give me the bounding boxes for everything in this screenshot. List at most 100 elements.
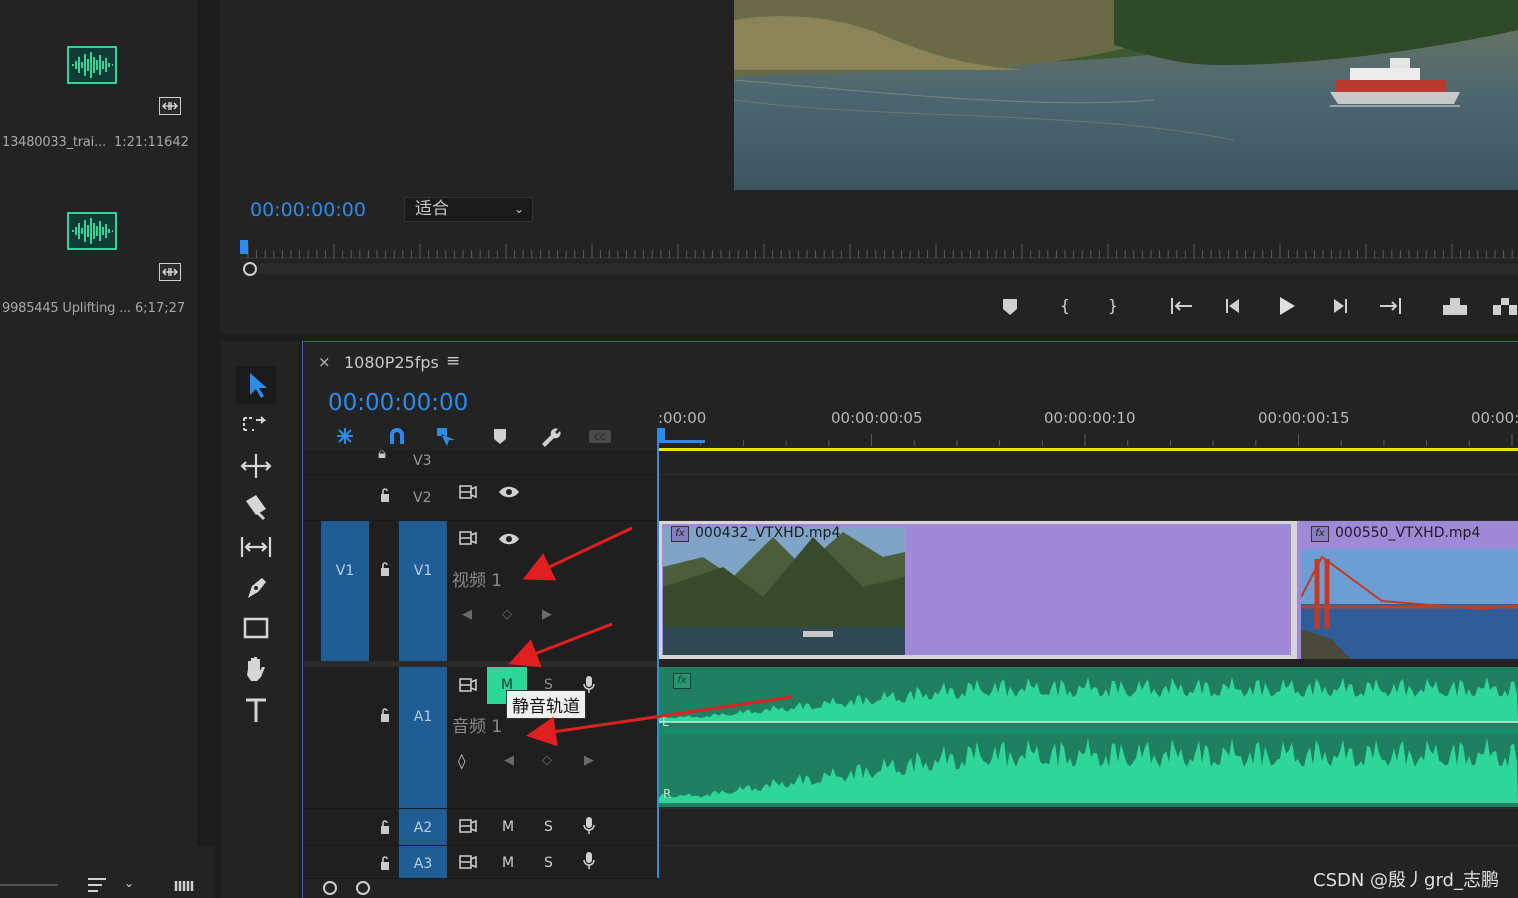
audio-waveform-icon xyxy=(67,212,117,250)
track-header-a1[interactable]: A1 S 音频 1 ◊ ◀ ◇ ▶ xyxy=(304,667,658,809)
solo-button[interactable]: S xyxy=(544,819,553,835)
rectangle-tool-icon[interactable] xyxy=(236,610,276,646)
step-forward-icon[interactable] xyxy=(1324,292,1354,320)
track-select-tool-icon[interactable] xyxy=(236,407,276,443)
sync-lock-icon[interactable] xyxy=(458,677,478,697)
fit-zoom-label: 适合 xyxy=(415,199,449,219)
source-patch-v1[interactable]: V1 xyxy=(321,521,369,661)
source-patch-label: V1 xyxy=(335,563,355,579)
next-keyframe-icon[interactable]: ▶ xyxy=(584,753,594,768)
eye-icon[interactable] xyxy=(498,485,520,503)
track-target-v1[interactable]: V1 xyxy=(399,521,447,661)
linked-selection-icon[interactable] xyxy=(433,424,461,448)
track-header-v3[interactable]: 🔒︎ V3 xyxy=(304,444,658,475)
hand-tool-icon[interactable] xyxy=(236,651,276,687)
track-target-a1[interactable]: A1 xyxy=(399,667,447,808)
track-header-a3[interactable]: A3 M S xyxy=(304,846,658,879)
close-icon[interactable]: × xyxy=(318,353,331,371)
monitor-scroll-handle[interactable] xyxy=(243,262,257,276)
zoom-slider[interactable] xyxy=(0,884,58,886)
sequence-timecode[interactable]: 00:00:00:00 xyxy=(328,390,468,416)
fx-badge-icon: fx xyxy=(1311,526,1329,542)
timeline-zoom-scroll[interactable] xyxy=(320,879,380,897)
track-header-v1[interactable]: V1 V1 视频 1 ◀ ◇ ▶ xyxy=(304,521,658,662)
track-label: A1 xyxy=(413,709,433,725)
mute-button[interactable]: M xyxy=(502,855,514,871)
lock-icon[interactable] xyxy=(378,819,392,839)
nest-toggle-icon[interactable] xyxy=(331,424,359,448)
pen-tool-icon[interactable] xyxy=(236,570,276,606)
sync-lock-icon[interactable] xyxy=(458,530,478,550)
track-target-a3[interactable]: A3 xyxy=(399,846,447,878)
lock-icon[interactable]: 🔒︎ xyxy=(378,444,386,462)
sync-lock-icon[interactable] xyxy=(458,484,478,504)
extract-icon[interactable] xyxy=(1490,292,1518,320)
lock-icon[interactable] xyxy=(378,855,392,875)
chevron-down-icon[interactable]: ⌄ xyxy=(124,876,134,890)
audio-clip-badge-icon xyxy=(159,263,181,281)
snap-magnet-icon[interactable] xyxy=(383,424,411,448)
slip-tool-icon[interactable] xyxy=(236,529,276,565)
eye-icon[interactable] xyxy=(498,532,520,550)
audio-clip[interactable]: fx L R xyxy=(659,667,1518,807)
video-clip[interactable]: fx 000550_VTXHD.mp4 xyxy=(1297,521,1518,659)
playhead-line[interactable] xyxy=(657,428,659,878)
channel-label: L xyxy=(662,715,669,729)
fit-zoom-select[interactable]: 适合 ⌄ xyxy=(404,197,533,222)
add-keyframe-icon[interactable]: ◇ xyxy=(542,753,552,768)
timeline-ruler[interactable]: :00:00 00:00:00:05 00:00:00:10 00:00:00:… xyxy=(658,400,1518,450)
selection-tool-icon[interactable] xyxy=(236,367,276,403)
track-label: V3 xyxy=(413,453,432,469)
microphone-icon[interactable] xyxy=(582,816,596,840)
sort-icon[interactable] xyxy=(86,876,108,894)
lock-icon[interactable] xyxy=(378,707,392,727)
media-item[interactable]: 9985445 Uplifting ... 6;17;27 xyxy=(0,166,198,316)
lift-icon[interactable] xyxy=(1440,292,1470,320)
work-area-bar[interactable] xyxy=(658,448,1518,451)
track-header-a2[interactable]: A2 M S xyxy=(304,809,658,846)
media-item[interactable]: 13480033_trai... 1:21:11642 xyxy=(0,0,198,150)
mark-in-icon[interactable]: { xyxy=(1050,292,1080,320)
sync-lock-icon[interactable] xyxy=(458,854,478,874)
tooltip: 静音轨道 xyxy=(506,690,586,719)
track-target-a2[interactable]: A2 xyxy=(399,809,447,845)
media-name: 13480033_trai... xyxy=(2,135,106,150)
ruler-label: 00:00:00:15 xyxy=(1258,409,1350,427)
play-icon[interactable] xyxy=(1271,292,1301,320)
go-to-in-icon[interactable] xyxy=(1167,292,1197,320)
lock-icon[interactable] xyxy=(378,561,392,581)
type-tool-icon[interactable] xyxy=(236,692,276,728)
sync-lock-icon[interactable] xyxy=(458,818,478,838)
prev-keyframe-icon[interactable]: ◀ xyxy=(462,607,472,622)
sequence-tab[interactable]: 1080P25fps xyxy=(344,353,439,372)
lock-icon[interactable] xyxy=(378,487,392,507)
step-back-icon[interactable] xyxy=(1219,292,1249,320)
monitor-timecode[interactable]: 00:00:00:00 xyxy=(250,199,366,221)
track-label: A2 xyxy=(413,820,433,836)
add-keyframe-icon[interactable]: ◇ xyxy=(502,607,512,622)
track-header-v2[interactable]: V2 xyxy=(304,475,658,521)
prev-keyframe-icon[interactable]: ◀ xyxy=(504,753,514,768)
playhead-handle[interactable] xyxy=(657,428,705,444)
captions-icon[interactable]: CC xyxy=(586,424,614,448)
wrench-icon[interactable] xyxy=(536,424,564,448)
track-line xyxy=(658,808,1518,809)
panel-menu-icon[interactable]: ≡ xyxy=(446,351,460,371)
track-name[interactable]: 音频 1 xyxy=(452,712,502,737)
go-to-out-icon[interactable] xyxy=(1375,292,1405,320)
solo-button[interactable]: S xyxy=(544,855,553,871)
add-marker-icon[interactable] xyxy=(486,424,514,448)
mute-button[interactable]: M xyxy=(502,819,514,835)
marker-icon[interactable] xyxy=(995,292,1025,320)
list-view-icon[interactable] xyxy=(174,878,198,892)
monitor-playhead[interactable] xyxy=(240,240,248,254)
razor-tool-icon[interactable] xyxy=(236,489,276,525)
next-keyframe-icon[interactable]: ▶ xyxy=(542,607,552,622)
mark-out-icon[interactable]: } xyxy=(1098,292,1128,320)
monitor-time-ruler[interactable] xyxy=(240,240,1518,276)
microphone-icon[interactable] xyxy=(582,851,596,875)
ripple-edit-tool-icon[interactable] xyxy=(236,448,276,484)
keyframe-menu-icon[interactable]: ◊ xyxy=(458,752,465,770)
track-name[interactable]: 视频 1 xyxy=(452,566,502,591)
video-clip[interactable]: fx 000432_VTXHD.mp4 xyxy=(659,521,1297,659)
